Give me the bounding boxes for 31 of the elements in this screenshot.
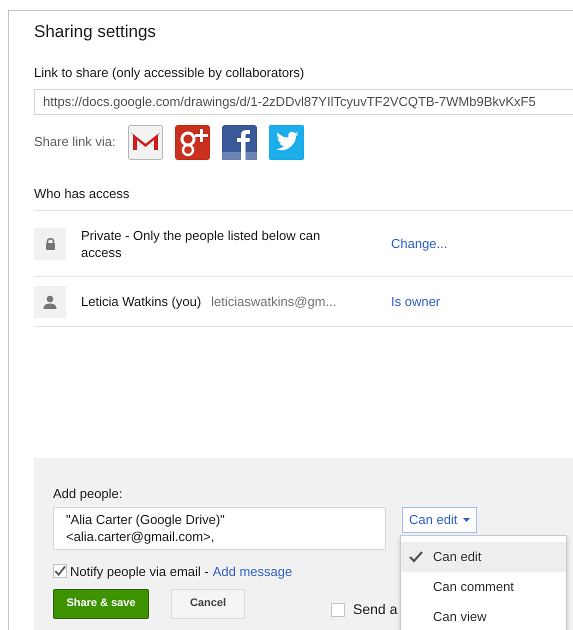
owner-link[interactable]: Is owner — [391, 292, 440, 312]
lock-icon — [34, 228, 66, 260]
people-field[interactable]: "Alia Carter (Google Drive)" <alia.carter@gmail.com>, — [53, 506, 386, 550]
person-icon — [34, 286, 66, 318]
checkmark-icon — [409, 551, 423, 563]
send-copy-label: Send a — [353, 600, 398, 619]
letter-f-icon[interactable] — [222, 124, 257, 160]
share-via-label: Share link via: — [34, 133, 116, 152]
dialog-title: Sharing settings — [34, 21, 157, 43]
envelope-icon[interactable] — [128, 124, 163, 160]
field-label: Link to share (only accessible by collaborators) — [34, 64, 306, 82]
add-message-link[interactable]: Add message — [212, 562, 292, 581]
person-name: Leticia Watkins (you) — [81, 292, 202, 311]
caret-icon — [463, 518, 470, 522]
checkbox[interactable] — [53, 564, 67, 578]
share-save-button[interactable]: Share & save — [53, 588, 149, 618]
visibility-text: Private - Only the people listed below can access — [81, 226, 322, 260]
section-heading: Who has access — [34, 184, 130, 202]
menu-item[interactable]: Can comment — [401, 572, 566, 602]
link-field[interactable]: https://docs.google.com/drawings/d/1-2zDDvl87YIlTcyuvTF2VCQTB-7WMb9BkvKxF5 — [34, 88, 573, 114]
notify-label: Notify people via email - — [70, 562, 209, 581]
plus-icon[interactable] — [174, 124, 210, 160]
permission-dropdown[interactable]: Can edit — [402, 506, 478, 532]
menu-item[interactable]: Can view — [401, 602, 566, 630]
bird-icon[interactable] — [268, 124, 304, 160]
cancel-button[interactable]: Cancel — [171, 588, 245, 618]
checkbox[interactable] — [331, 602, 345, 616]
person-email: leticiaswatkins@gm... — [211, 292, 336, 311]
change-link[interactable]: Change... — [391, 234, 448, 254]
field-label: Add people: — [53, 485, 124, 503]
menu-item[interactable]: Can edit — [401, 542, 566, 572]
